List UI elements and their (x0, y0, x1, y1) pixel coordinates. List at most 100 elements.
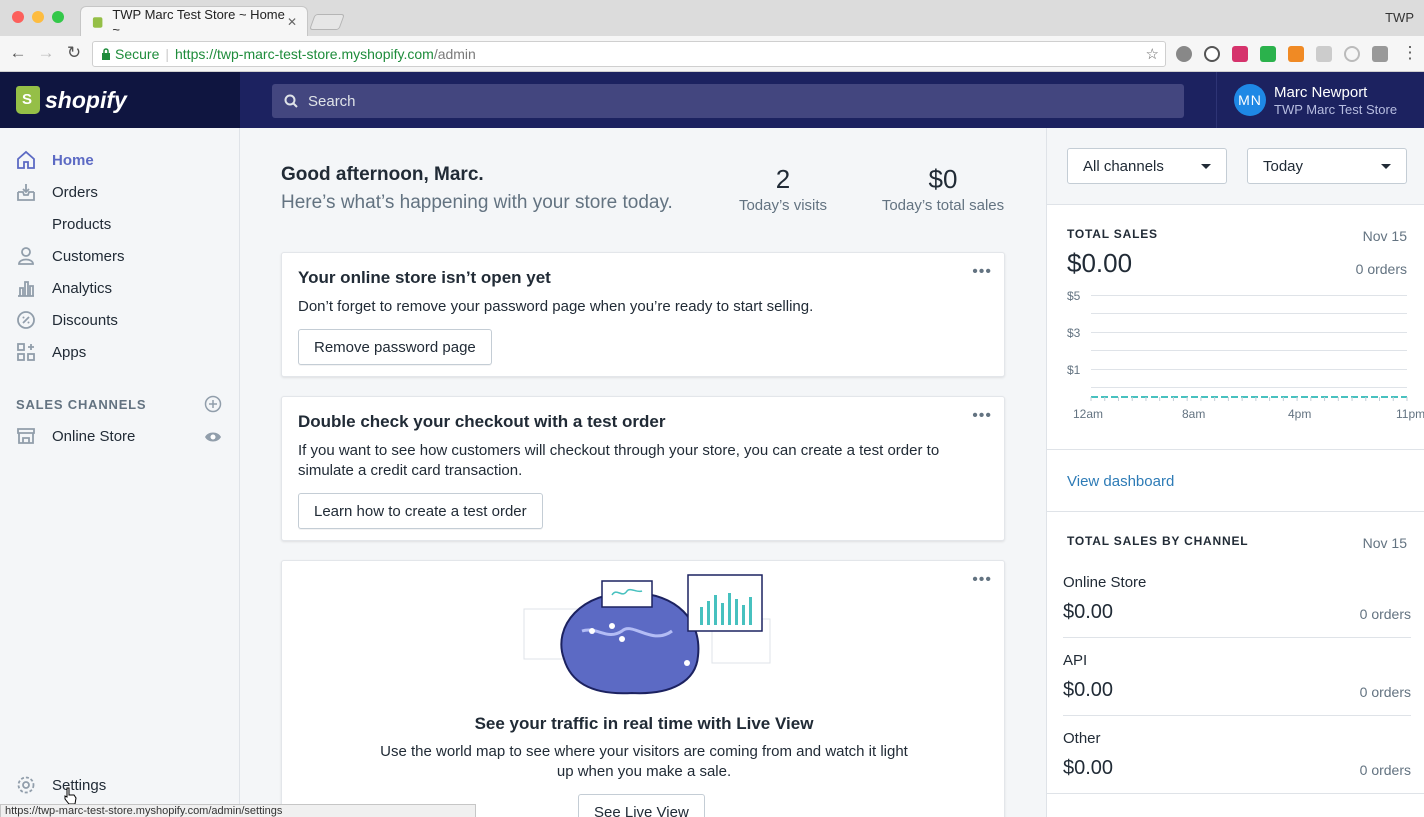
eye-icon[interactable] (204, 428, 222, 446)
browser-status-url: https://twp-marc-test-store.myshopify.co… (0, 804, 476, 817)
channel-value: $0.00 (1063, 601, 1114, 623)
extension-red-icon[interactable] (1232, 46, 1248, 62)
greeting-block: Good afternoon, Marc. Here’s what’s happ… (281, 164, 673, 214)
shopify-logo[interactable]: shopify (0, 72, 240, 128)
add-channel-icon[interactable] (204, 395, 222, 413)
user-menu[interactable]: MN Marc Newport TWP Marc Test Store (1216, 72, 1424, 128)
sidebar-item-customers[interactable]: Customers (0, 240, 239, 272)
sidebar-item-label: Apps (52, 343, 87, 361)
extension-globe-icon[interactable] (1176, 46, 1192, 62)
channel-name: Online Store (1063, 574, 1147, 591)
avatar: MN (1234, 84, 1266, 116)
channel-value: $0.00 (1063, 757, 1114, 779)
sidebar-item-label: Orders (52, 183, 98, 201)
sidebar-item-settings[interactable]: Settings (0, 769, 239, 801)
sidebar-item-label: Products (52, 215, 112, 233)
visits-label: Today’s visits (738, 197, 828, 214)
divider (1063, 637, 1411, 638)
view-dashboard-link[interactable]: View dashboard (1067, 473, 1174, 490)
reload-icon[interactable]: ↻ (64, 43, 84, 63)
channel-orders: 0 orders (1359, 762, 1411, 778)
search-icon (284, 94, 298, 108)
forward-icon[interactable]: → (36, 43, 56, 63)
see-live-view-button[interactable]: See Live View (578, 794, 705, 817)
sidebar-item-label: Customers (52, 247, 125, 265)
live-view-illustration (523, 574, 771, 695)
shopify-favicon-icon (92, 16, 103, 28)
minimize-window-button[interactable] (32, 11, 44, 23)
tab-title: TWP Marc Test Store ~ Home ~ (112, 6, 285, 37)
sidebar: Home Orders Products Customers Analytics… (0, 128, 240, 817)
right-panel: All channels Today TOTAL SALES Nov 15 $0… (1046, 128, 1424, 817)
channel-select[interactable]: All channels (1067, 148, 1227, 184)
test-order-card: Double check your checkout with a test o… (281, 396, 1005, 541)
x-tick-label: 11pm (1396, 407, 1424, 421)
card-title: See your traffic in real time with Live … (474, 714, 814, 733)
card-body: Use the world map to see where your visi… (380, 743, 908, 780)
by-channel-date: Nov 15 (1362, 535, 1407, 551)
profile-label[interactable]: TWP (1385, 10, 1414, 25)
channel-name: Other (1063, 730, 1101, 747)
extension-h-icon[interactable] (1288, 46, 1304, 62)
mouse-cursor-icon (64, 787, 77, 805)
sidebar-item-discounts[interactable]: Discounts (0, 304, 239, 336)
sales-stat: $0 Today’s total sales (880, 164, 1006, 214)
divider (1063, 715, 1411, 716)
admin-top-bar: shopify Search MN Marc Newport TWP Marc … (0, 72, 1424, 128)
logo-text: shopify (45, 86, 127, 113)
store-icon (17, 428, 35, 444)
remove-password-page-button[interactable]: Remove password page (298, 329, 492, 365)
sales-value: $0 (928, 164, 958, 194)
date-select-value: Today (1263, 157, 1304, 175)
url-bar[interactable]: Secure | https://twp-marc-test-store.mys… (92, 41, 1166, 67)
x-tick-label: 8am (1182, 407, 1206, 421)
user-name: Marc Newport (1274, 83, 1368, 101)
sidebar-item-label: Home (52, 151, 94, 169)
sidebar-item-label: Analytics (52, 279, 113, 297)
extension-info-icon[interactable] (1204, 46, 1220, 62)
extension-camera-icon[interactable] (1372, 46, 1388, 62)
extension-cast-icon[interactable] (1316, 46, 1332, 62)
by-channel-heading: TOTAL SALES BY CHANNEL (1067, 534, 1249, 548)
live-view-card: ••• See your traffic in real time with L… (281, 560, 1005, 817)
sidebar-item-label: Settings (52, 776, 107, 794)
sidebar-item-apps[interactable]: Apps (0, 336, 239, 368)
caret-down-icon (1201, 164, 1211, 169)
tab-close-icon[interactable]: ✕ (287, 15, 297, 29)
close-window-button[interactable] (12, 11, 24, 23)
sidebar-item-orders[interactable]: Orders (0, 176, 239, 208)
url-host: https://twp-marc-test-store.myshopify.co… (175, 46, 434, 62)
channel-value: $0.00 (1063, 679, 1114, 701)
secure-label: Secure (115, 46, 160, 62)
date-select[interactable]: Today (1247, 148, 1407, 184)
back-icon[interactable]: ← (8, 43, 28, 63)
gear-icon (17, 776, 35, 794)
sidebar-item-label: Discounts (52, 311, 118, 329)
more-options-icon[interactable]: ••• (972, 571, 992, 589)
url-path: /admin (433, 46, 476, 62)
learn-test-order-button[interactable]: Learn how to create a test order (298, 493, 543, 529)
browser-tab-bar: TWP Marc Test Store ~ Home ~ ✕ TWP (0, 0, 1424, 37)
more-options-icon[interactable]: ••• (972, 263, 992, 281)
sidebar-item-products[interactable]: Products (0, 208, 239, 240)
maximize-window-button[interactable] (52, 11, 64, 23)
browser-tab[interactable]: TWP Marc Test Store ~ Home ~ ✕ (80, 6, 308, 37)
sales-line (1090, 396, 1408, 401)
card-body: If you want to see how customers will ch… (298, 442, 940, 479)
store-name: TWP Marc Test Store (1274, 101, 1398, 117)
browser-menu-icon[interactable]: ⋮ (1400, 43, 1420, 63)
online-store-card: Your online store isn’t open yet ••• Don… (281, 252, 1005, 377)
bookmark-star-icon[interactable]: ☆ (1146, 45, 1159, 63)
home-icon (17, 150, 35, 169)
sidebar-item-home[interactable]: Home (0, 144, 239, 176)
extension-green-icon[interactable] (1260, 46, 1276, 62)
sidebar-item-analytics[interactable]: Analytics (0, 272, 239, 304)
divider (1047, 793, 1424, 794)
search-input[interactable]: Search (272, 84, 1184, 118)
extension-circle-icon[interactable] (1344, 46, 1360, 62)
url-separator: | (165, 46, 169, 62)
more-options-icon[interactable]: ••• (972, 407, 992, 425)
new-tab-button[interactable] (309, 14, 345, 30)
sales-label: Today’s total sales (881, 197, 1005, 214)
browser-toolbar: ← → ↻ Secure | https://twp-marc-test-sto… (0, 36, 1424, 72)
